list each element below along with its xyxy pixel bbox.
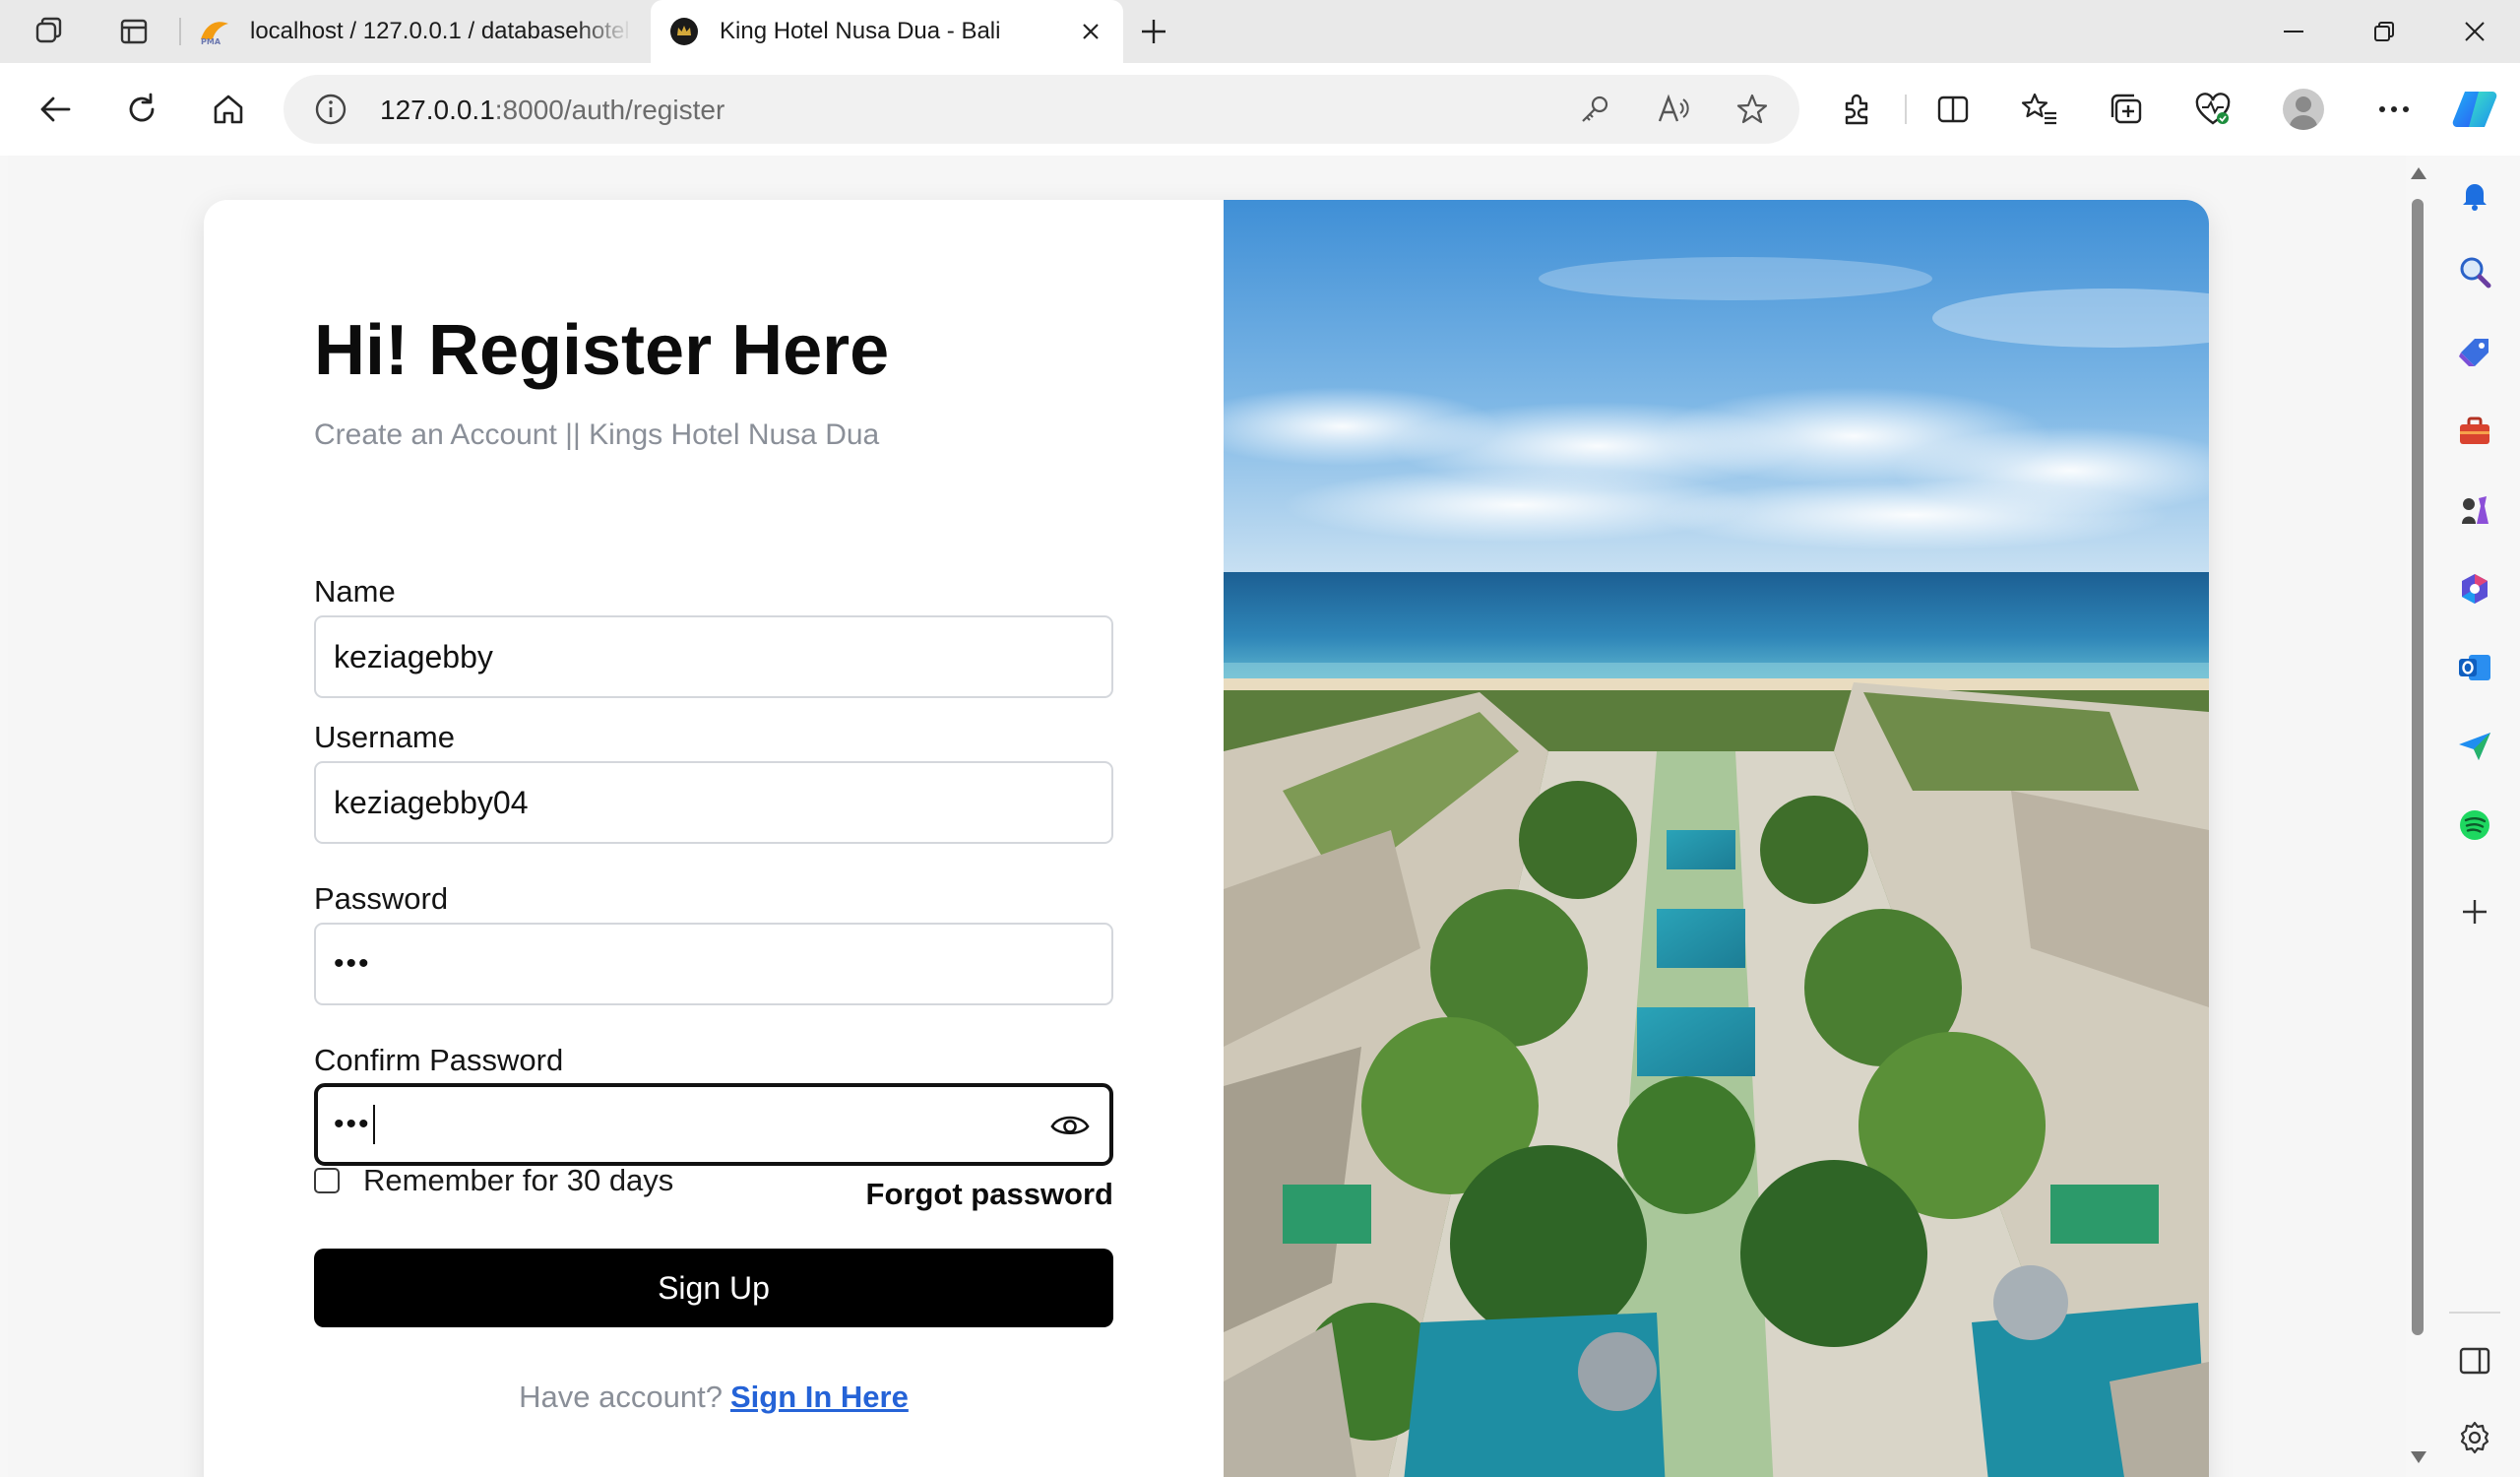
- browser-essentials-icon[interactable]: [2189, 86, 2236, 133]
- remember-me[interactable]: Remember for 30 days: [314, 1163, 673, 1198]
- restore-icon[interactable]: [2339, 0, 2429, 63]
- sign-up-button[interactable]: Sign Up: [314, 1249, 1113, 1327]
- page-subtitle: Create an Account || Kings Hotel Nusa Du…: [314, 418, 880, 451]
- sidebar-divider: [2449, 1312, 2500, 1314]
- password-label: Password: [314, 881, 449, 916]
- scrollbar-thumb[interactable]: [2412, 199, 2424, 1335]
- spotify-icon[interactable]: [2453, 803, 2496, 847]
- microsoft-365-icon[interactable]: [2453, 567, 2496, 610]
- text-caret: [372, 1105, 375, 1144]
- new-tab-button[interactable]: [1134, 12, 1173, 51]
- name-field[interactable]: keziagebby: [314, 615, 1113, 698]
- favorite-star-icon[interactable]: [1732, 90, 1772, 129]
- scroll-up-arrow-icon[interactable]: [2411, 167, 2426, 179]
- hotel-aerial-photo: [1224, 200, 2209, 1477]
- page-scrollbar[interactable]: [2406, 156, 2429, 1477]
- scroll-down-arrow-icon[interactable]: [2411, 1451, 2426, 1463]
- confirm-password-field[interactable]: •••: [314, 1083, 1113, 1166]
- site-info-icon[interactable]: [313, 92, 348, 127]
- svg-text:PMA: PMA: [201, 37, 221, 45]
- back-button[interactable]: [31, 85, 80, 134]
- register-card: Hi! Register Here Create an Account || K…: [204, 200, 2209, 1477]
- password-field[interactable]: •••: [314, 923, 1113, 1005]
- sign-in-prompt-text: Have account?: [519, 1380, 723, 1414]
- settings-gear-icon[interactable]: [2453, 1416, 2496, 1459]
- page-viewport: Hi! Register Here Create an Account || K…: [8, 156, 2406, 1477]
- copilot-icon[interactable]: [2451, 86, 2498, 133]
- show-password-eye-icon[interactable]: [1048, 1105, 1092, 1144]
- tab-title: localhost / 127.0.0.1 / databasehotel: [250, 18, 630, 44]
- edge-sidebar: [2429, 156, 2520, 1477]
- remember-checkbox[interactable]: [314, 1168, 340, 1193]
- more-options-icon[interactable]: [2370, 86, 2418, 133]
- close-window-icon[interactable]: [2429, 0, 2520, 63]
- tab-actions-icon[interactable]: [114, 12, 154, 51]
- username-value: keziagebby04: [334, 784, 529, 820]
- extensions-icon[interactable]: [1833, 86, 1880, 133]
- browser-tab-strip: PMA localhost / 127.0.0.1 / databasehote…: [0, 0, 2520, 63]
- browser-toolbar: 127.0.0.1:8000/auth/register: [0, 63, 2520, 156]
- add-sidebar-app-icon[interactable]: [2453, 890, 2496, 933]
- page-title: Hi! Register Here: [314, 311, 890, 390]
- confirm-password-label: Confirm Password: [314, 1043, 564, 1077]
- confirm-password-value: •••: [334, 1108, 371, 1140]
- url-host: 127.0.0.1: [380, 95, 495, 125]
- url-path: :8000/auth/register: [494, 95, 725, 125]
- close-tab-icon[interactable]: [1076, 17, 1105, 46]
- tab-king-hotel[interactable]: King Hotel Nusa Dua - Bali: [651, 0, 1123, 63]
- crown-icon: [668, 16, 700, 47]
- workspaces-icon[interactable]: [30, 12, 69, 51]
- sign-in-prompt: Have account? Sign In Here: [314, 1380, 1113, 1415]
- profile-icon: [2283, 89, 2324, 130]
- games-chess-icon[interactable]: [2453, 488, 2496, 532]
- name-value: keziagebby: [334, 638, 493, 674]
- address-bar[interactable]: 127.0.0.1:8000/auth/register: [284, 75, 1799, 144]
- toolbar-divider: [1905, 95, 1907, 124]
- collections-icon[interactable]: [2103, 86, 2150, 133]
- remember-label: Remember for 30 days: [363, 1163, 674, 1197]
- minimize-icon[interactable]: [2248, 0, 2339, 63]
- password-value: •••: [334, 947, 371, 980]
- username-label: Username: [314, 720, 455, 754]
- username-field[interactable]: keziagebby04: [314, 761, 1113, 844]
- favorites-icon[interactable]: [2016, 86, 2063, 133]
- phpmyadmin-icon: PMA: [199, 16, 230, 47]
- notifications-bell-icon[interactable]: [2453, 173, 2496, 217]
- send-paper-plane-icon[interactable]: [2453, 725, 2496, 768]
- refresh-button[interactable]: [117, 85, 166, 134]
- hide-sidebar-icon[interactable]: [2453, 1339, 2496, 1382]
- password-key-icon[interactable]: [1575, 90, 1614, 129]
- sign-in-link[interactable]: Sign In Here: [730, 1380, 909, 1414]
- url-text[interactable]: 127.0.0.1:8000/auth/register: [380, 95, 724, 126]
- outlook-icon[interactable]: [2453, 646, 2496, 689]
- search-icon[interactable]: [2453, 250, 2496, 293]
- tab-phpmyadmin[interactable]: PMA localhost / 127.0.0.1 / databasehote…: [181, 0, 650, 63]
- split-screen-icon[interactable]: [1929, 86, 1977, 133]
- home-button[interactable]: [204, 85, 253, 134]
- shopping-tag-icon[interactable]: [2453, 331, 2496, 374]
- avatar[interactable]: [2280, 86, 2327, 133]
- read-aloud-icon[interactable]: [1654, 90, 1693, 129]
- forgot-password-link[interactable]: Forgot password: [866, 1177, 1113, 1212]
- name-label: Name: [314, 574, 396, 609]
- tools-briefcase-icon[interactable]: [2453, 410, 2496, 453]
- tab-title: King Hotel Nusa Dua - Bali: [720, 18, 1001, 44]
